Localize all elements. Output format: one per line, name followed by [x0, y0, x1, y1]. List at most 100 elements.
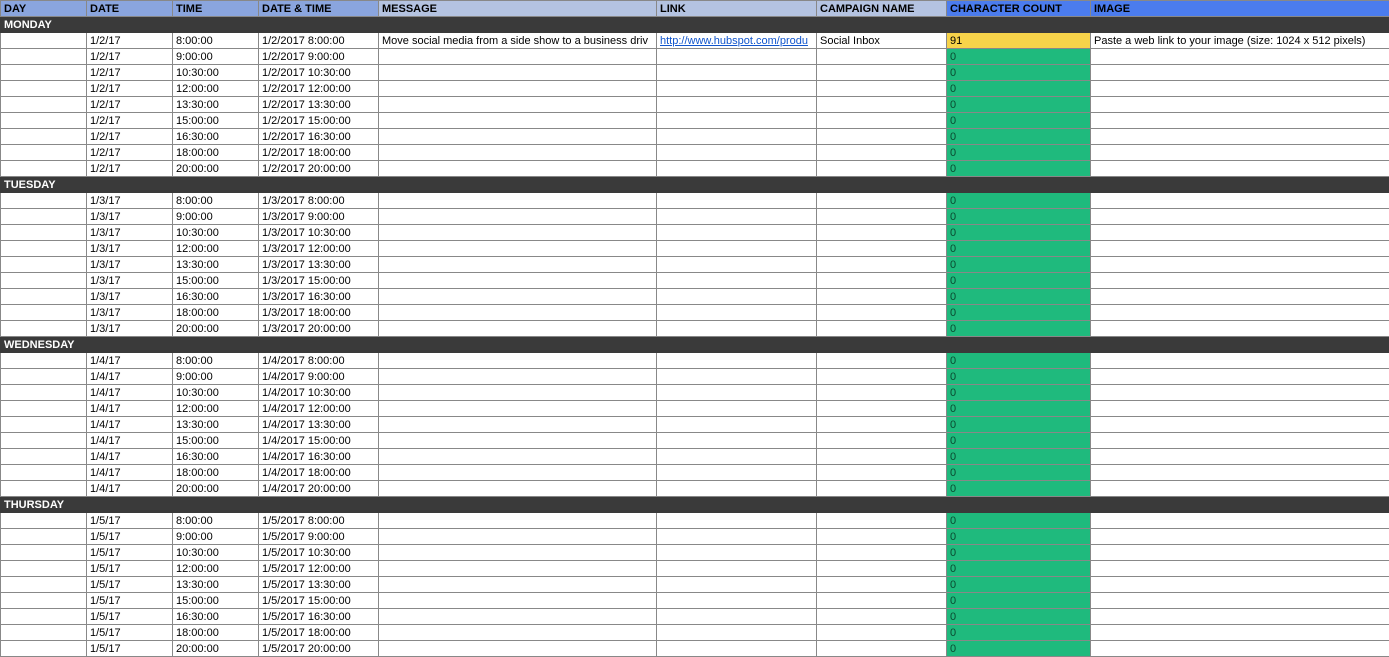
datetime-cell[interactable]: 1/5/2017 16:30:00 — [259, 609, 379, 625]
day-cell[interactable] — [1, 129, 87, 145]
count-cell[interactable]: 0 — [947, 417, 1091, 433]
time-cell[interactable]: 10:30:00 — [173, 545, 259, 561]
date-cell[interactable]: 1/2/17 — [87, 81, 173, 97]
campaign-cell[interactable] — [817, 289, 947, 305]
time-cell[interactable]: 18:00:00 — [173, 145, 259, 161]
time-cell[interactable]: 8:00:00 — [173, 353, 259, 369]
date-cell[interactable]: 1/3/17 — [87, 289, 173, 305]
image-cell[interactable] — [1091, 145, 1389, 161]
date-cell[interactable]: 1/3/17 — [87, 305, 173, 321]
time-cell[interactable]: 20:00:00 — [173, 321, 259, 337]
date-cell[interactable]: 1/2/17 — [87, 113, 173, 129]
link-cell[interactable] — [657, 449, 817, 465]
day-cell[interactable] — [1, 289, 87, 305]
count-cell[interactable]: 0 — [947, 161, 1091, 177]
time-cell[interactable]: 9:00:00 — [173, 209, 259, 225]
link-cell[interactable] — [657, 577, 817, 593]
image-cell[interactable] — [1091, 209, 1389, 225]
day-cell[interactable] — [1, 369, 87, 385]
campaign-cell[interactable] — [817, 193, 947, 209]
message-cell[interactable] — [379, 465, 657, 481]
campaign-cell[interactable] — [817, 273, 947, 289]
message-cell[interactable] — [379, 321, 657, 337]
date-cell[interactable]: 1/2/17 — [87, 129, 173, 145]
day-cell[interactable] — [1, 33, 87, 49]
date-cell[interactable]: 1/4/17 — [87, 433, 173, 449]
message-cell[interactable] — [379, 385, 657, 401]
date-cell[interactable]: 1/2/17 — [87, 65, 173, 81]
message-cell[interactable] — [379, 625, 657, 641]
message-cell[interactable] — [379, 369, 657, 385]
date-cell[interactable]: 1/5/17 — [87, 513, 173, 529]
link-cell[interactable] — [657, 385, 817, 401]
day-cell[interactable] — [1, 481, 87, 497]
date-cell[interactable]: 1/2/17 — [87, 49, 173, 65]
date-cell[interactable]: 1/3/17 — [87, 209, 173, 225]
campaign-cell[interactable] — [817, 369, 947, 385]
count-cell[interactable]: 0 — [947, 449, 1091, 465]
image-cell[interactable] — [1091, 385, 1389, 401]
message-cell[interactable] — [379, 81, 657, 97]
header-count[interactable]: CHARACTER COUNT — [947, 1, 1091, 17]
message-cell[interactable] — [379, 129, 657, 145]
count-cell[interactable]: 0 — [947, 609, 1091, 625]
count-cell[interactable]: 0 — [947, 81, 1091, 97]
day-cell[interactable] — [1, 577, 87, 593]
date-cell[interactable]: 1/5/17 — [87, 577, 173, 593]
link-cell[interactable] — [657, 401, 817, 417]
day-cell[interactable] — [1, 209, 87, 225]
count-cell[interactable]: 0 — [947, 481, 1091, 497]
link-cell[interactable]: http://www.hubspot.com/produ — [657, 33, 817, 49]
link-cell[interactable] — [657, 257, 817, 273]
datetime-cell[interactable]: 1/2/2017 9:00:00 — [259, 49, 379, 65]
count-cell[interactable]: 0 — [947, 641, 1091, 657]
campaign-cell[interactable] — [817, 257, 947, 273]
image-cell[interactable] — [1091, 113, 1389, 129]
link-cell[interactable] — [657, 369, 817, 385]
image-cell[interactable] — [1091, 401, 1389, 417]
link-cell[interactable] — [657, 609, 817, 625]
message-cell[interactable] — [379, 593, 657, 609]
image-cell[interactable] — [1091, 225, 1389, 241]
date-cell[interactable]: 1/5/17 — [87, 625, 173, 641]
link-cell[interactable] — [657, 545, 817, 561]
datetime-cell[interactable]: 1/2/2017 13:30:00 — [259, 97, 379, 113]
day-cell[interactable] — [1, 225, 87, 241]
message-cell[interactable] — [379, 273, 657, 289]
time-cell[interactable]: 15:00:00 — [173, 113, 259, 129]
datetime-cell[interactable]: 1/4/2017 12:00:00 — [259, 401, 379, 417]
image-cell[interactable] — [1091, 449, 1389, 465]
image-cell[interactable] — [1091, 609, 1389, 625]
message-cell[interactable] — [379, 513, 657, 529]
time-cell[interactable]: 16:30:00 — [173, 609, 259, 625]
message-cell[interactable] — [379, 305, 657, 321]
time-cell[interactable]: 16:30:00 — [173, 449, 259, 465]
day-cell[interactable] — [1, 65, 87, 81]
count-cell[interactable]: 0 — [947, 145, 1091, 161]
date-cell[interactable]: 1/5/17 — [87, 641, 173, 657]
message-cell[interactable] — [379, 609, 657, 625]
datetime-cell[interactable]: 1/4/2017 18:00:00 — [259, 465, 379, 481]
datetime-cell[interactable]: 1/5/2017 18:00:00 — [259, 625, 379, 641]
day-cell[interactable] — [1, 273, 87, 289]
datetime-cell[interactable]: 1/3/2017 20:00:00 — [259, 321, 379, 337]
day-cell[interactable] — [1, 385, 87, 401]
header-message[interactable]: MESSAGE — [379, 1, 657, 17]
date-cell[interactable]: 1/3/17 — [87, 193, 173, 209]
link-cell[interactable] — [657, 273, 817, 289]
day-cell[interactable] — [1, 593, 87, 609]
message-cell[interactable] — [379, 161, 657, 177]
link-cell[interactable] — [657, 65, 817, 81]
campaign-cell[interactable] — [817, 65, 947, 81]
time-cell[interactable]: 9:00:00 — [173, 49, 259, 65]
header-campaign[interactable]: CAMPAIGN NAME — [817, 1, 947, 17]
datetime-cell[interactable]: 1/4/2017 16:30:00 — [259, 449, 379, 465]
datetime-cell[interactable]: 1/5/2017 12:00:00 — [259, 561, 379, 577]
link-cell[interactable] — [657, 289, 817, 305]
day-cell[interactable] — [1, 305, 87, 321]
campaign-cell[interactable] — [817, 49, 947, 65]
link-cell[interactable] — [657, 241, 817, 257]
link-cell[interactable] — [657, 81, 817, 97]
time-cell[interactable]: 16:30:00 — [173, 289, 259, 305]
time-cell[interactable]: 15:00:00 — [173, 273, 259, 289]
